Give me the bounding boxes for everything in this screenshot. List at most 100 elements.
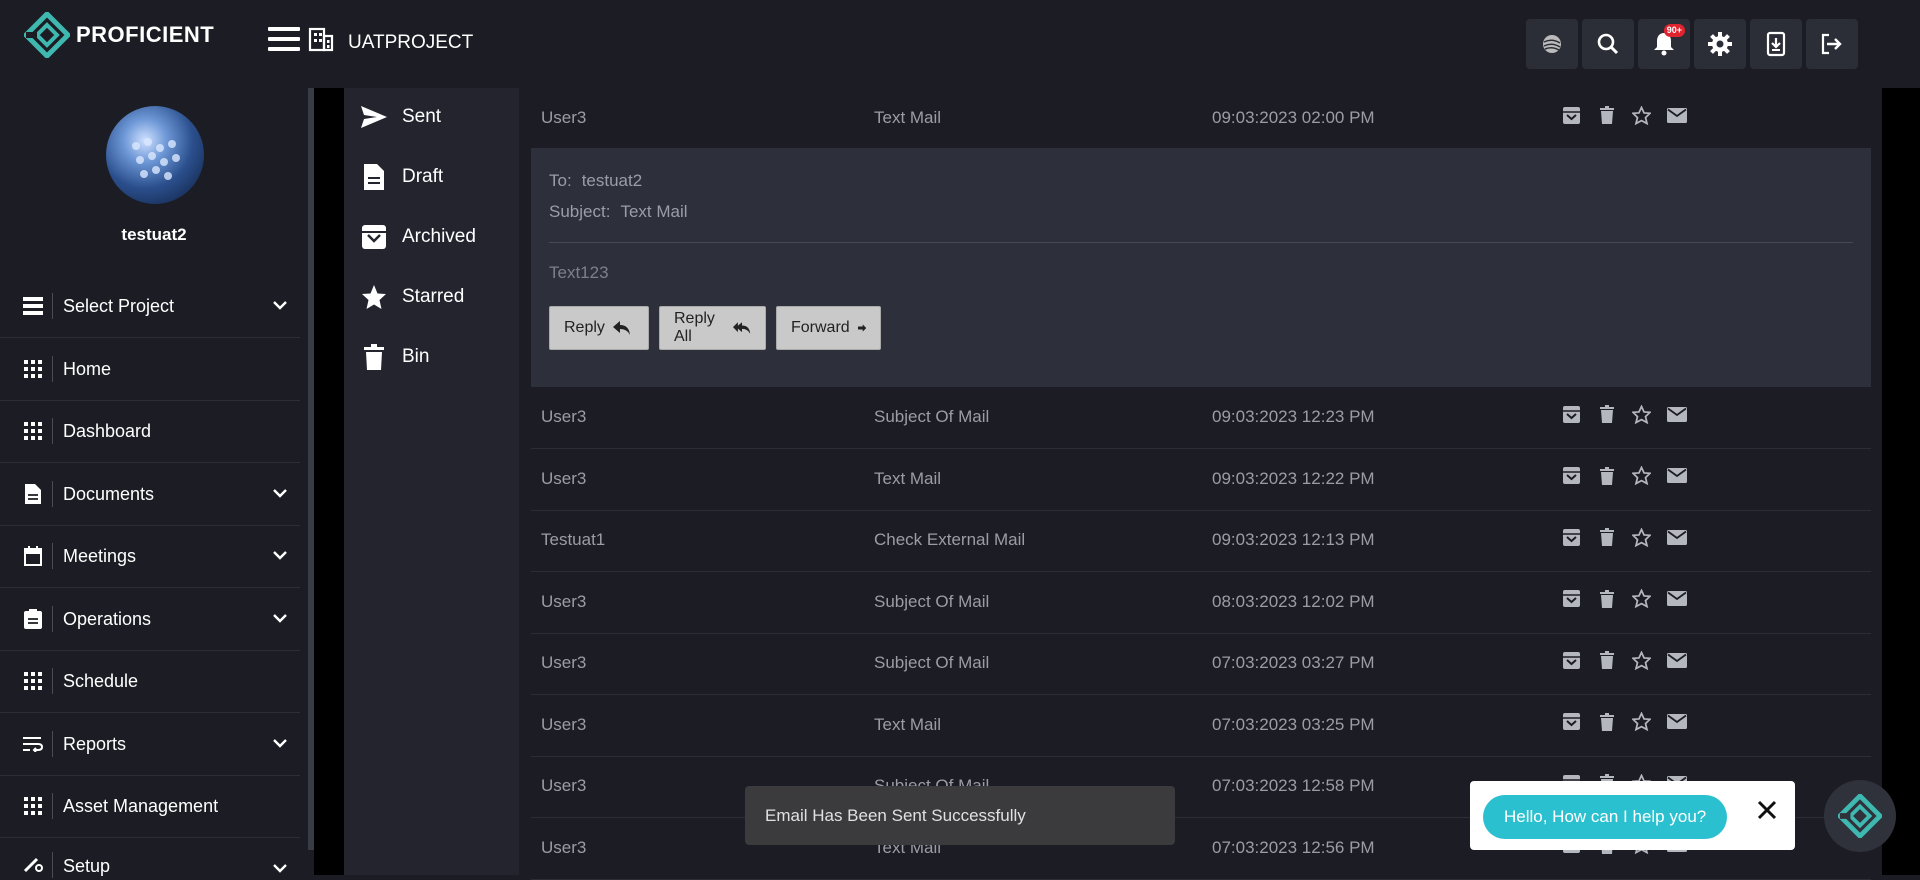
project-name: UATPROJECT — [348, 32, 474, 53]
sidebar-item-select-project[interactable]: Select Project — [0, 275, 300, 338]
mail-action-icon[interactable] — [1666, 711, 1687, 733]
folder-label: Draft — [402, 166, 444, 187]
sidebar-item-label: Asset Management — [63, 795, 219, 816]
archive-action-icon[interactable] — [1561, 526, 1582, 548]
sidebar-item-label: Schedule — [63, 670, 139, 691]
tools-icon — [22, 852, 44, 874]
star-action-icon[interactable] — [1631, 526, 1652, 548]
mail-row[interactable]: Testuat1 Check External Mail 09:03:2023 … — [531, 510, 1871, 572]
logo[interactable]: PROFICIENT — [24, 12, 214, 58]
sidebar-item-label: Select Project — [63, 295, 175, 316]
building-icon — [308, 27, 334, 52]
sidebar-item-asset-management[interactable]: Asset Management — [0, 775, 300, 838]
folder-starred[interactable]: Starred — [360, 277, 464, 317]
sidebar-item-documents[interactable]: Documents — [0, 463, 300, 526]
list-icon — [22, 295, 44, 317]
mail-date: 07:03:2023 12:56 PM — [1212, 837, 1375, 857]
chevron-down-icon — [273, 739, 287, 748]
archive-action-icon[interactable] — [1561, 588, 1582, 610]
star-action-icon[interactable] — [1631, 588, 1652, 610]
close-icon[interactable] — [1755, 798, 1779, 822]
archive-action-icon[interactable] — [1561, 711, 1582, 733]
download-icon — [1766, 31, 1786, 57]
delete-action-icon[interactable] — [1596, 465, 1617, 487]
reply-all-button[interactable]: Reply All — [659, 306, 766, 350]
chat-greeting-button[interactable]: Hello, How can I help you? — [1483, 795, 1728, 839]
mail-date: 08:03:2023 12:02 PM — [1212, 591, 1375, 611]
star-action-icon[interactable] — [1631, 104, 1652, 126]
sidebar-item-label: Dashboard — [63, 420, 152, 441]
mail-list: User3 Text Mail 09:03:2023 02:00 PM To: t… — [519, 88, 1882, 880]
preview-to: To: testuat2 — [549, 171, 643, 190]
sidebar-item-home[interactable]: Home — [0, 338, 300, 401]
globe-button[interactable] — [1526, 19, 1578, 69]
sidebar-item-meetings[interactable]: Meetings — [0, 525, 300, 588]
archive-action-icon[interactable] — [1561, 465, 1582, 487]
mail-row[interactable]: User3 Text Mail 07:03:2023 03:25 PM — [531, 695, 1871, 757]
preview-to-value: testuat2 — [581, 171, 643, 190]
search-button[interactable] — [1582, 19, 1634, 69]
mail-action-icon[interactable] — [1666, 403, 1687, 425]
sidebar-item-dashboard[interactable]: Dashboard — [0, 400, 300, 463]
menu-toggle-icon[interactable] — [268, 27, 300, 51]
archive-icon — [360, 223, 388, 251]
delete-action-icon[interactable] — [1596, 711, 1617, 733]
delete-action-icon[interactable] — [1596, 104, 1617, 126]
mail-row[interactable]: User3 Text Mail 09:03:2023 12:22 PM — [531, 449, 1871, 511]
folder-label: Sent — [402, 106, 442, 127]
top-bar: PROFICIENT UATPROJECT 90+ — [0, 0, 1920, 88]
chevron-down-icon — [273, 864, 287, 873]
delete-action-icon[interactable] — [1596, 649, 1617, 671]
sidebar-item-schedule[interactable]: Schedule — [0, 650, 300, 713]
mail-action-icon[interactable] — [1666, 526, 1687, 548]
mail-row[interactable]: User3 Subject Of Mail 07:03:2023 03:27 P… — [531, 633, 1871, 695]
delete-action-icon[interactable] — [1596, 403, 1617, 425]
delete-action-icon[interactable] — [1596, 526, 1617, 548]
archive-action-icon[interactable] — [1561, 104, 1582, 126]
mail-action-icon[interactable] — [1666, 649, 1687, 671]
sidebar-item-label: Setup — [63, 856, 111, 876]
star-action-icon[interactable] — [1631, 465, 1652, 487]
trash-icon — [360, 343, 388, 371]
sidebar-item-label: Home — [63, 358, 112, 379]
folder-archived[interactable]: Archived — [360, 217, 476, 257]
download-button[interactable] — [1750, 19, 1802, 69]
chevron-down-icon — [273, 489, 287, 498]
folder-label: Bin — [402, 346, 430, 367]
star-action-icon[interactable] — [1631, 711, 1652, 733]
forward-button[interactable]: Forward — [776, 306, 881, 350]
settings-button[interactable] — [1694, 19, 1746, 69]
document-icon — [22, 483, 44, 505]
mail-date: 07:03:2023 03:25 PM — [1212, 714, 1375, 734]
logout-button[interactable] — [1806, 19, 1858, 69]
archive-action-icon[interactable] — [1561, 649, 1582, 671]
reply-button[interactable]: Reply — [549, 306, 649, 350]
avatar[interactable] — [106, 106, 204, 204]
mail-preview: To: testuat2 Subject: Text Mail Text123 Re… — [531, 148, 1871, 387]
mail-row[interactable]: User3 Subject Of Mail 09:03:2023 12:23 P… — [531, 387, 1871, 449]
notification-badge: 90+ — [1663, 24, 1685, 37]
notifications-button[interactable]: 90+ — [1638, 19, 1690, 69]
star-action-icon[interactable] — [1631, 649, 1652, 671]
mail-from: User3 — [541, 591, 587, 611]
mail-subject: Check External Mail — [874, 530, 1026, 549]
archive-action-icon[interactable] — [1561, 403, 1582, 425]
grid-icon — [22, 358, 44, 380]
sidebar-item-label: Meetings — [63, 545, 137, 566]
mail-action-icon[interactable] — [1666, 588, 1687, 610]
sidebar-item-setup[interactable]: Setup — [0, 838, 300, 878]
delete-action-icon[interactable] — [1596, 588, 1617, 610]
mail-action-icon[interactable] — [1666, 465, 1687, 487]
mail-row[interactable]: User3 Subject Of Mail 08:03:2023 12:02 P… — [531, 572, 1871, 634]
star-action-icon[interactable] — [1631, 403, 1652, 425]
sidebar-item-operations[interactable]: Operations — [0, 588, 300, 651]
folder-draft[interactable]: Draft — [360, 157, 443, 197]
mail-action-icon[interactable] — [1666, 104, 1687, 126]
mail-row[interactable]: User3 Text Mail 09:03:2023 02:00 PM — [531, 88, 1871, 149]
folder-bin[interactable]: Bin — [360, 337, 429, 377]
chevron-down-icon — [273, 301, 287, 310]
sidebar-item-reports[interactable]: Reports — [0, 713, 300, 776]
grid-icon — [22, 795, 44, 817]
folder-sent[interactable]: Sent — [360, 97, 441, 137]
chat-launcher[interactable] — [1824, 780, 1896, 852]
